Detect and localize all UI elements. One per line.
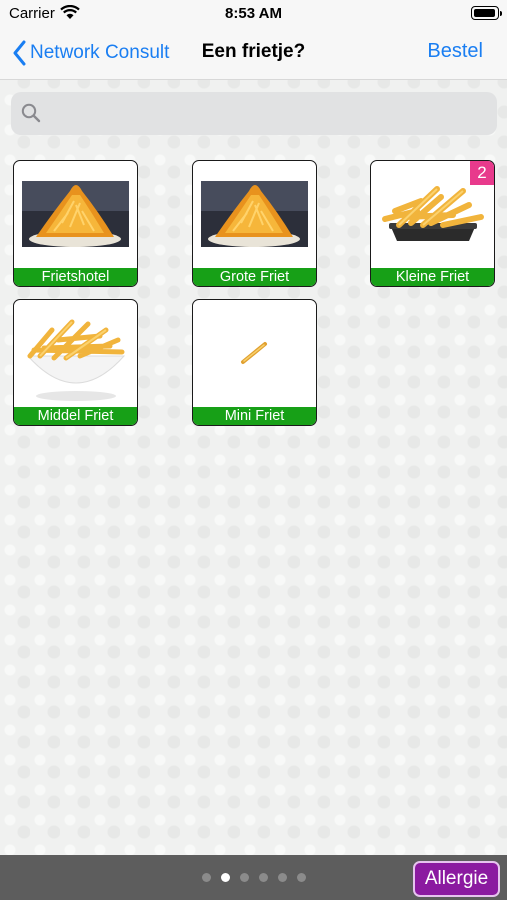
fries-mountain-image — [22, 181, 129, 247]
back-button[interactable]: Network Consult — [12, 36, 169, 70]
back-button-label: Network Consult — [30, 42, 170, 63]
fries-mountain-image — [201, 181, 308, 247]
product-tile-grote-friet[interactable]: Grote Friet — [192, 160, 317, 287]
product-name: Middel Friet — [14, 407, 137, 425]
battery-icon — [471, 6, 502, 20]
single-fry-image — [241, 342, 267, 364]
status-bar: Carrier 8:53 AM — [0, 0, 507, 28]
navigation-bar: Network Consult Een frietje? Bestel — [0, 28, 507, 80]
order-button[interactable]: Bestel — [427, 40, 483, 63]
product-tile-frietshotel[interactable]: Frietshotel — [13, 160, 138, 287]
allergy-button[interactable]: Allergie — [413, 861, 500, 897]
product-name: Kleine Friet — [371, 268, 494, 286]
product-tile-kleine-friet[interactable]: 2 1 Kleine Friet — [370, 160, 495, 287]
chevron-left-icon — [13, 40, 26, 66]
product-name: Mini Friet — [193, 407, 316, 425]
product-name: Frietshotel — [14, 268, 137, 286]
page-dot-current[interactable] — [220, 873, 230, 882]
page-dot[interactable] — [239, 873, 249, 882]
product-tile-middel-friet[interactable]: Middel Friet — [13, 299, 138, 426]
page-dot[interactable] — [201, 873, 211, 882]
page-dot[interactable] — [258, 873, 268, 882]
bottom-toolbar: Allergie — [0, 855, 507, 900]
page-dot[interactable] — [277, 873, 287, 882]
search-bar — [11, 92, 497, 135]
search-icon — [21, 103, 41, 123]
count-badge: 2 — [470, 161, 494, 185]
page-dot[interactable] — [296, 873, 306, 882]
product-name: Grote Friet — [193, 268, 316, 286]
clock: 8:53 AM — [225, 5, 282, 22]
search-input[interactable] — [47, 92, 487, 135]
product-tile-mini-friet[interactable]: Mini Friet — [192, 299, 317, 426]
fries-bowl-image — [26, 319, 126, 401]
